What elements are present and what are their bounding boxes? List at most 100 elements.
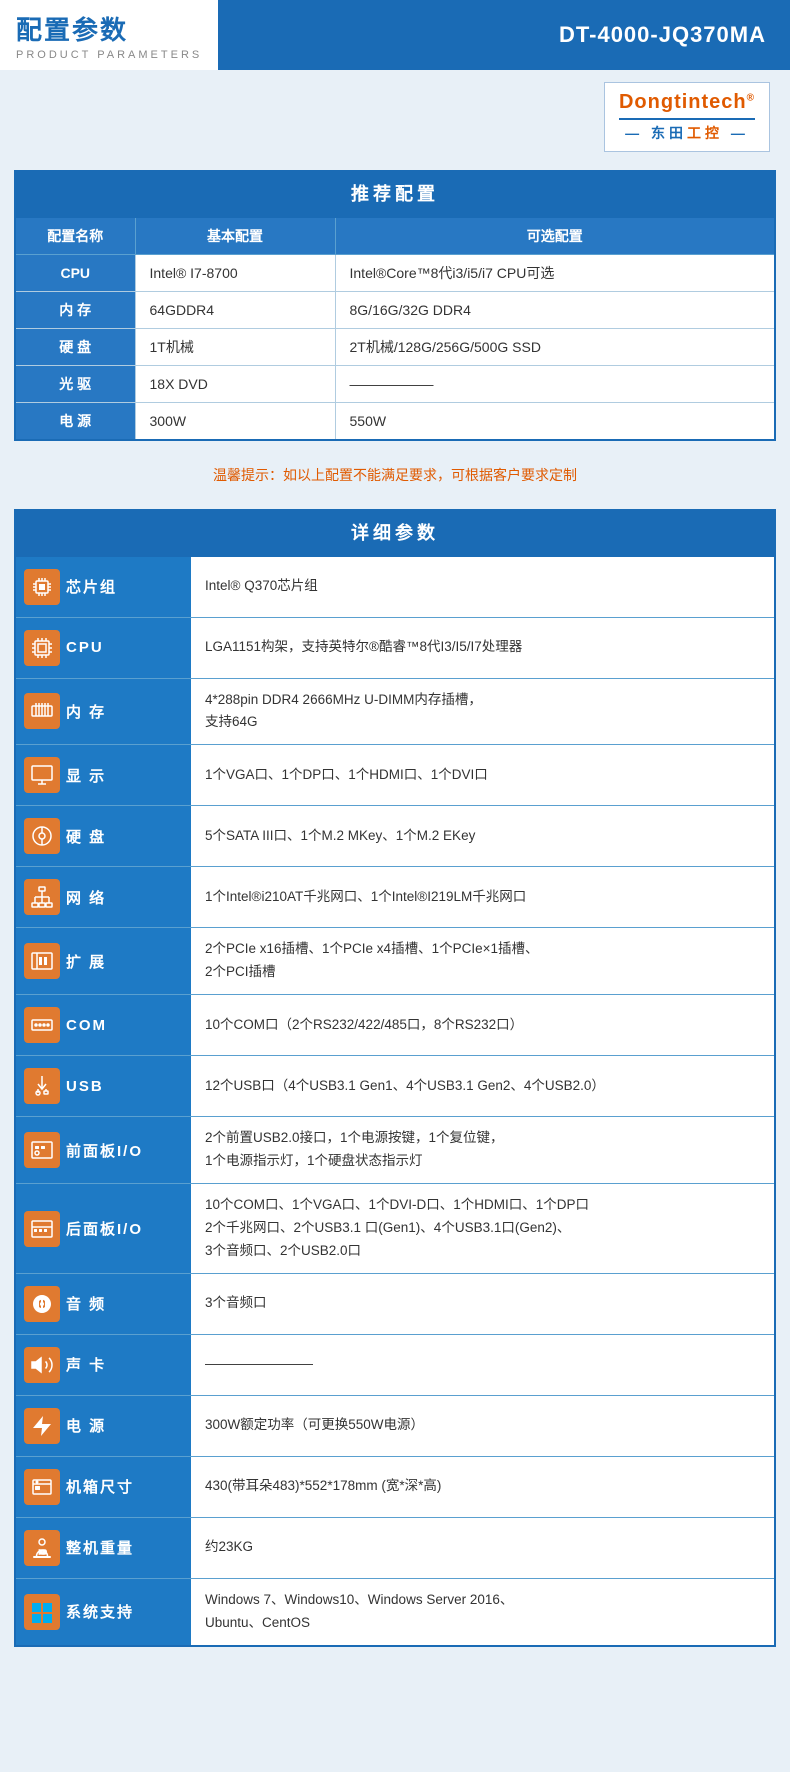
detail-label-cell: 声 卡 <box>15 1334 191 1395</box>
detail-row: 扩 展2个PCIe x16插槽、1个PCIe x4插槽、1个PCIe×1插槽、2… <box>15 928 775 995</box>
chassis-icon <box>24 1469 60 1505</box>
detail-label-cell: 网 络 <box>15 867 191 928</box>
detail-label-text: 后面板I/O <box>66 1218 143 1239</box>
detail-label-cell: 扩 展 <box>15 928 191 995</box>
detail-row: 音 频 3个音频口 <box>15 1273 775 1334</box>
row-basic: 300W <box>135 402 335 440</box>
detail-label-text: 网 络 <box>66 887 106 908</box>
frontio-icon <box>24 1132 60 1168</box>
row-optional: —————— <box>335 365 775 402</box>
weight-icon: KG <box>24 1530 60 1566</box>
detail-label-cell: KG 整机重量 <box>15 1517 191 1578</box>
detail-label-text: 音 频 <box>66 1293 106 1314</box>
detail-value-cell: 3个音频口 <box>191 1273 775 1334</box>
detail-label-inner: USB <box>16 1056 191 1116</box>
detail-value-cell: LGA1151构架，支持英特尔®酷睿™8代I3/I5/I7处理器 <box>191 617 775 678</box>
detail-label-inner: 内 存 <box>16 681 191 741</box>
detail-label-text: USB <box>66 1078 104 1095</box>
detail-label-text: 整机重量 <box>66 1537 134 1558</box>
warning-text: 温馨提示：如以上配置不能满足要求，可根据客户要求定制 <box>0 451 790 499</box>
detail-row: KG整机重量约23KG <box>15 1517 775 1578</box>
detail-label-inner: 声 卡 <box>16 1335 191 1395</box>
detail-row: 芯片组Intel® Q370芯片组 <box>15 556 775 618</box>
detail-value-cell: 430(带耳朵483)*552*178mm (宽*深*高) <box>191 1456 775 1517</box>
detail-label-cell: 芯片组 <box>15 556 191 618</box>
detail-label-cell: USB <box>15 1056 191 1117</box>
detail-label-inner: 前面板I/O <box>16 1120 191 1180</box>
detail-label-text: 机箱尺寸 <box>66 1476 134 1497</box>
table-row: 内 存64GDDR48G/16G/32G DDR4 <box>15 291 775 328</box>
detail-row: 网 络 1个Intel®i210AT千兆网口、1个Intel®I219LM千兆网口 <box>15 867 775 928</box>
detail-label-cell: 电 源 <box>15 1395 191 1456</box>
os-icon <box>24 1594 60 1630</box>
audio-icon <box>24 1286 60 1322</box>
detail-row: CPU LGA1151构架，支持英特尔®酷睿™8代I3/I5/I7处理器 <box>15 617 775 678</box>
detail-label-text: COM <box>66 1017 107 1034</box>
row-basic: 18X DVD <box>135 365 335 402</box>
memory-icon <box>24 693 60 729</box>
logo-sub: — 东田工控 — <box>625 123 749 143</box>
power-icon <box>24 1408 60 1444</box>
detail-label-cell: 系统支持 <box>15 1578 191 1645</box>
detail-label-text: CPU <box>66 639 104 656</box>
logo-reg: ® <box>747 92 755 103</box>
detail-value-cell: 4*288pin DDR4 2666MHz U-DIMM内存插槽，支持64G <box>191 678 775 745</box>
col-header-name: 配置名称 <box>15 217 135 255</box>
detail-label-text: 系统支持 <box>66 1601 134 1622</box>
detail-value-cell: 2个前置USB2.0接口，1个电源按键，1个复位键，1个电源指示灯，1个硬盘状态… <box>191 1117 775 1184</box>
detail-title: 详细参数 <box>14 509 776 555</box>
hdd-icon <box>24 818 60 854</box>
svg-text:KG: KG <box>39 1550 47 1556</box>
detail-table: 芯片组Intel® Q370芯片组 CPU LGA1151构架，支持英特尔®酷睿™8… <box>14 555 776 1647</box>
detail-label-text: 显 示 <box>66 765 106 786</box>
detail-label-cell: 硬 盘 <box>15 806 191 867</box>
detail-label-cell: 后面板I/O <box>15 1184 191 1274</box>
logo-divider <box>619 118 755 120</box>
cpu-icon <box>24 630 60 666</box>
com-icon <box>24 1007 60 1043</box>
detail-label-inner: 芯片组 <box>16 557 191 617</box>
detail-label-text: 内 存 <box>66 701 106 722</box>
detail-label-inner: 音 频 <box>16 1274 191 1334</box>
detail-value-cell: 300W额定功率（可更换550W电源） <box>191 1395 775 1456</box>
detail-section: 详细参数 芯片组Intel® Q370芯片组 CPU LGA1151构架，支持英特尔… <box>14 509 776 1647</box>
row-optional: 2T机械/128G/256G/500G SSD <box>335 328 775 365</box>
detail-label-inner: CPU <box>16 618 191 678</box>
detail-label-inner: 显 示 <box>16 745 191 805</box>
reario-icon <box>24 1211 60 1247</box>
detail-label-text: 声 卡 <box>66 1354 106 1375</box>
model-number: DT-4000-JQ370MA <box>218 0 790 70</box>
detail-value-cell: Intel® Q370芯片组 <box>191 556 775 618</box>
detail-label-cell: COM <box>15 995 191 1056</box>
header: 配置参数 PRODUCT PARAMETERS DT-4000-JQ370MA <box>0 0 790 70</box>
detail-row: 硬 盘5个SATA III口、1个M.2 MKey、1个M.2 EKey <box>15 806 775 867</box>
page-subtitle: PRODUCT PARAMETERS <box>16 49 202 61</box>
row-name: 光 驱 <box>15 365 135 402</box>
col-header-optional: 可选配置 <box>335 217 775 255</box>
row-name: 电 源 <box>15 402 135 440</box>
table-row: CPUIntel® I7-8700Intel®Core™8代i3/i5/i7 C… <box>15 254 775 291</box>
row-optional: 550W <box>335 402 775 440</box>
network-icon <box>24 879 60 915</box>
detail-label-text: 扩 展 <box>66 951 106 972</box>
row-name: CPU <box>15 254 135 291</box>
logo-area: Dongtintech® — 东田工控 — <box>0 70 790 160</box>
detail-label-cell: 前面板I/O <box>15 1117 191 1184</box>
detail-row: 后面板I/O 10个COM口、1个VGA口、1个DVI-D口、1个HDMI口、1个… <box>15 1184 775 1274</box>
detail-row: 电 源300W额定功率（可更换550W电源） <box>15 1395 775 1456</box>
detail-label-inner: 电 源 <box>16 1396 191 1456</box>
detail-label-inner: KG 整机重量 <box>16 1518 191 1578</box>
detail-value-cell: 1个Intel®i210AT千兆网口、1个Intel®I219LM千兆网口 <box>191 867 775 928</box>
detail-value-cell: 10个COM口（2个RS232/422/485口，8个RS232口） <box>191 995 775 1056</box>
row-name: 硬 盘 <box>15 328 135 365</box>
detail-value-cell: 10个COM口、1个VGA口、1个DVI-D口、1个HDMI口、1个DP口2个千… <box>191 1184 775 1274</box>
detail-label-inner: 扩 展 <box>16 931 191 991</box>
detail-row: 前面板I/O2个前置USB2.0接口，1个电源按键，1个复位键，1个电源指示灯，… <box>15 1117 775 1184</box>
detail-label-inner: 系统支持 <box>16 1582 191 1642</box>
display-icon <box>24 757 60 793</box>
detail-row: COM 10个COM口（2个RS232/422/485口，8个RS232口） <box>15 995 775 1056</box>
row-basic: Intel® I7-8700 <box>135 254 335 291</box>
detail-label-inner: 硬 盘 <box>16 806 191 866</box>
table-row: 硬 盘1T机械2T机械/128G/256G/500G SSD <box>15 328 775 365</box>
detail-label-cell: 显 示 <box>15 745 191 806</box>
